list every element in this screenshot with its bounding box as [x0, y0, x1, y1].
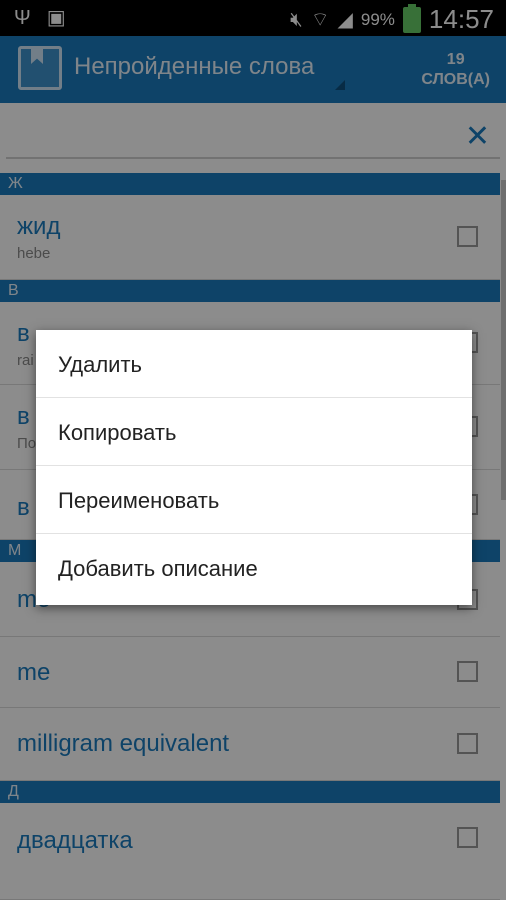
menu-item-delete[interactable]: Удалить: [36, 330, 472, 398]
menu-item-rename[interactable]: Переименовать: [36, 466, 472, 534]
menu-item-copy[interactable]: Копировать: [36, 398, 472, 466]
menu-item-add-description[interactable]: Добавить описание: [36, 534, 472, 602]
context-menu: Удалить Копировать Переименовать Добавит…: [36, 330, 472, 605]
